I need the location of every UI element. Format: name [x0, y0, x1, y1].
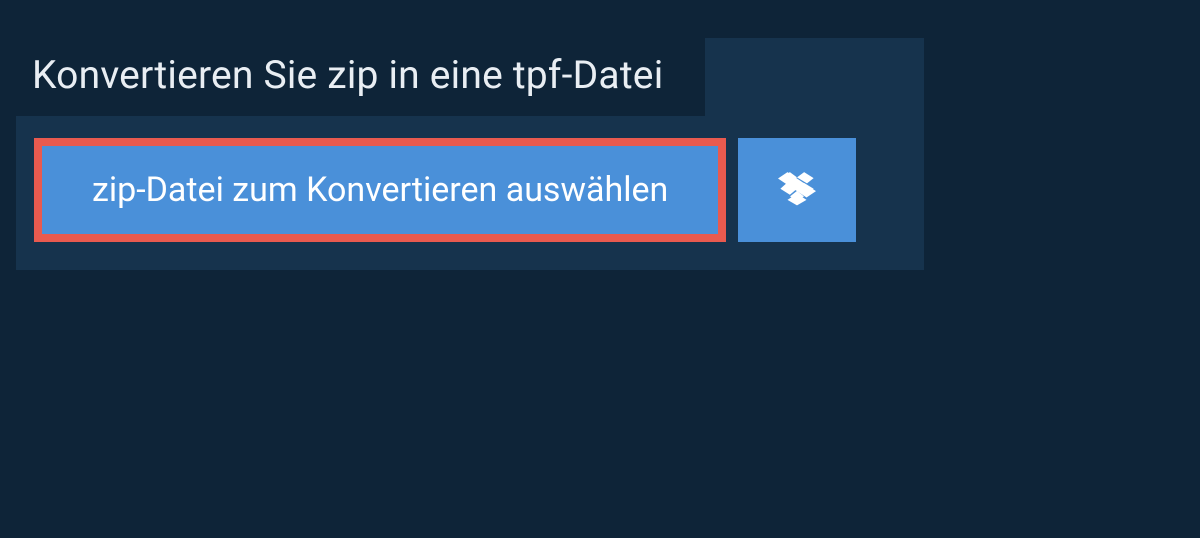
title-bar: Konvertieren Sie zip in eine tpf-Datei [16, 38, 705, 116]
action-row: zip-Datei zum Konvertieren auswählen [16, 116, 924, 242]
dropbox-button[interactable] [738, 138, 856, 242]
dropbox-icon [778, 169, 816, 211]
select-file-button[interactable]: zip-Datei zum Konvertieren auswählen [34, 138, 726, 242]
select-file-label: zip-Datei zum Konvertieren auswählen [92, 170, 668, 210]
converter-panel: Konvertieren Sie zip in eine tpf-Datei z… [16, 38, 924, 270]
page-title: Konvertieren Sie zip in eine tpf-Datei [32, 52, 663, 98]
